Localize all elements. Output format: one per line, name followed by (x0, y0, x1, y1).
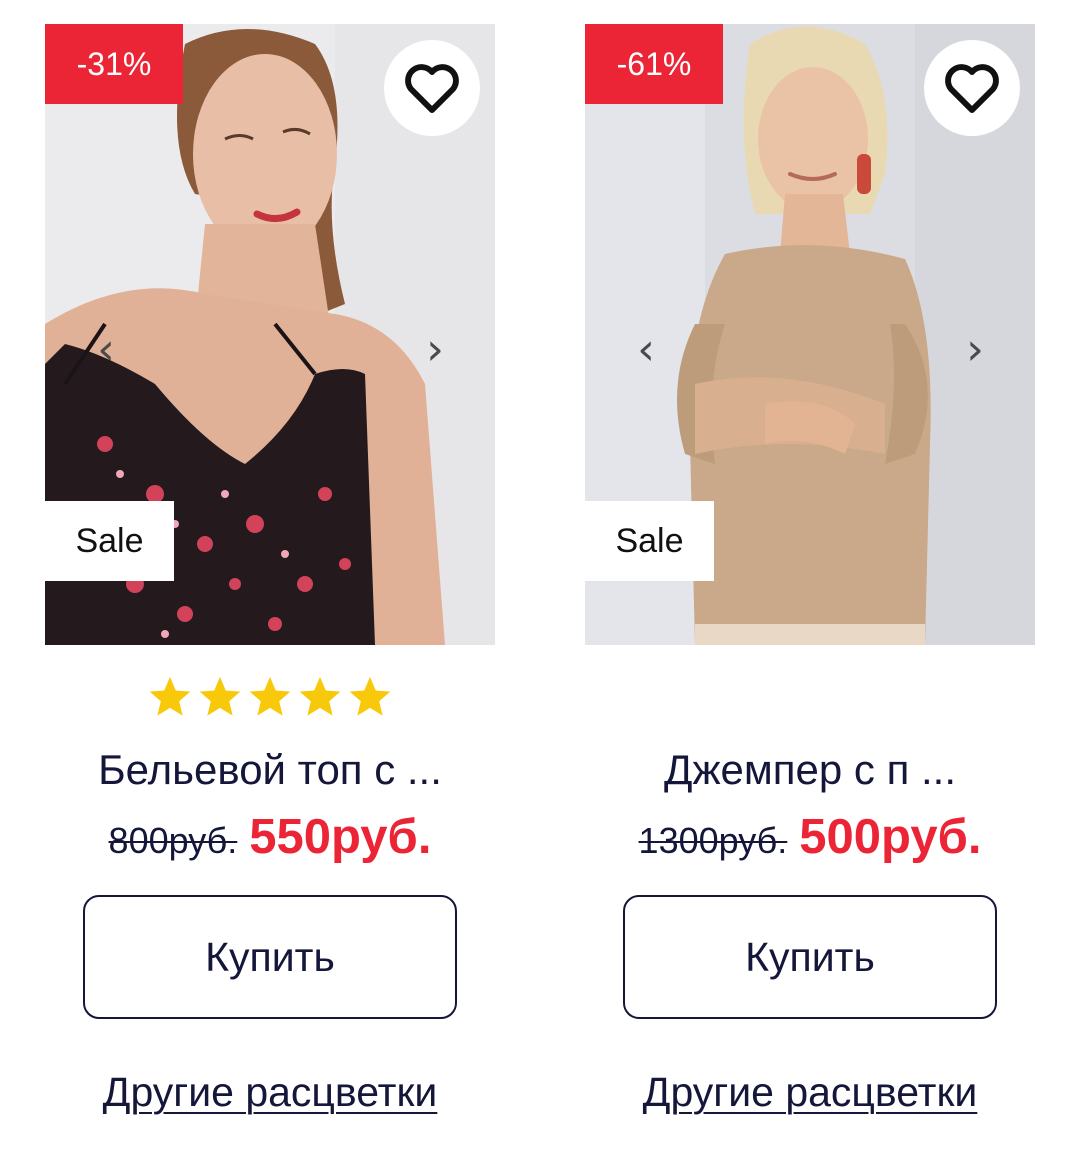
star-icon (349, 676, 391, 716)
discount-badge: -31% (45, 24, 183, 104)
new-price: 550руб. (249, 810, 432, 864)
price-block: 1300руб. 500руб. (585, 809, 1035, 865)
product-image[interactable]: -61% ‹ › Sale (585, 24, 1035, 645)
star-icon (249, 676, 291, 716)
chevron-left-icon[interactable]: ‹ (86, 322, 126, 378)
other-colors-link[interactable]: Другие расцветки (585, 1069, 1035, 1116)
product-card: -31% ‹ › Sale Бельевой топ с ... 800руб.… (45, 24, 495, 1134)
old-price: 1300руб. (638, 820, 788, 861)
buy-button[interactable]: Купить (83, 895, 457, 1019)
sale-badge: Sale (45, 501, 174, 581)
buy-button[interactable]: Купить (623, 895, 997, 1019)
star-icon (149, 676, 191, 716)
discount-badge: -61% (585, 24, 723, 104)
sale-badge: Sale (585, 501, 714, 581)
chevron-right-icon[interactable]: › (955, 322, 995, 378)
favorite-button[interactable] (384, 40, 480, 136)
heart-icon (945, 64, 999, 114)
old-price: 800руб. (108, 820, 238, 861)
price-block: 800руб. 550руб. (45, 809, 495, 865)
new-price: 500руб. (799, 810, 982, 864)
product-title[interactable]: Бельевой топ с ... (45, 744, 495, 796)
product-image[interactable]: -31% ‹ › Sale (45, 24, 495, 645)
chevron-left-icon[interactable]: ‹ (626, 322, 666, 378)
chevron-right-icon[interactable]: › (415, 322, 455, 378)
rating-stars (45, 674, 495, 728)
product-card: -61% ‹ › Sale Джемпер с п ... 1300руб. 50… (585, 24, 1035, 1134)
other-colors-link[interactable]: Другие расцветки (45, 1069, 495, 1116)
favorite-button[interactable] (924, 40, 1020, 136)
star-icon (199, 676, 241, 716)
star-icon (299, 676, 341, 716)
heart-icon (405, 64, 459, 114)
product-title[interactable]: Джемпер с п ... (585, 744, 1035, 796)
